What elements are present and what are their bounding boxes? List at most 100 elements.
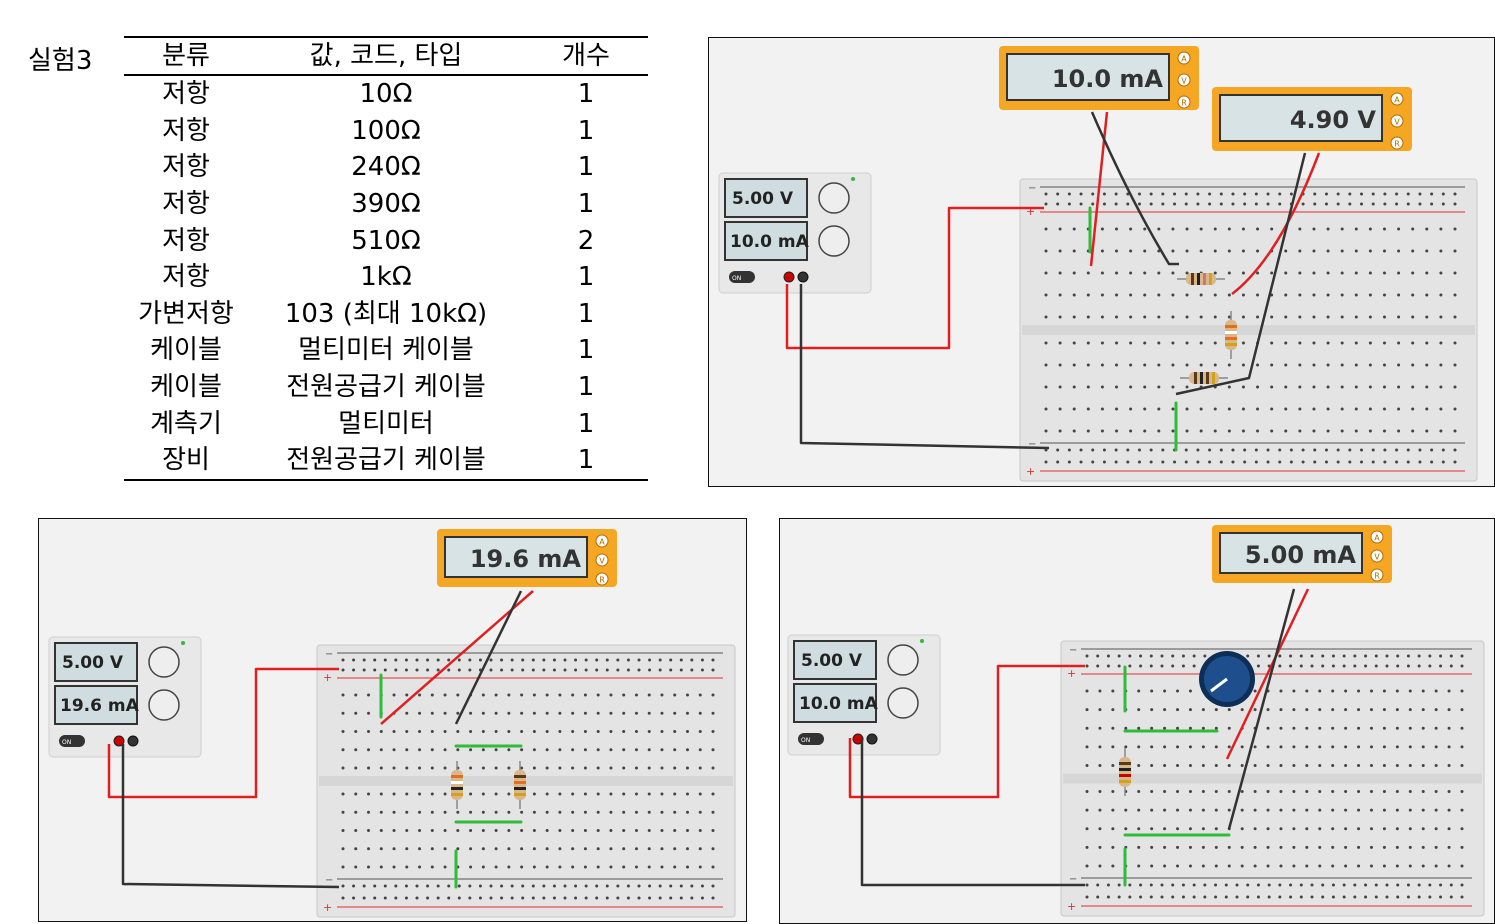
- terminal-hole: [660, 766, 664, 770]
- voltage-knob[interactable]: [148, 646, 180, 678]
- terminal-hole: [1100, 407, 1104, 411]
- resistor-band: [1119, 762, 1131, 765]
- terminal-hole: [1318, 808, 1322, 812]
- terminal-hole: [1150, 827, 1154, 831]
- power-supply[interactable]: 5.00 V 19.6 mA ON: [48, 636, 202, 758]
- terminal-hole: [1129, 271, 1133, 275]
- positive-terminal[interactable]: [783, 271, 795, 283]
- current-knob[interactable]: [887, 687, 919, 719]
- terminal-hole: [698, 711, 702, 715]
- rail-hole: [1196, 192, 1200, 196]
- rail-hole: [1430, 192, 1434, 196]
- rail-hole: [500, 896, 504, 900]
- terminal-hole: [1150, 790, 1154, 793]
- black-supply-wire[interactable]: [121, 744, 340, 889]
- terminal-hole: [1150, 689, 1154, 693]
- terminal-hole: [418, 865, 422, 869]
- rail-plus-sign: +: [1067, 900, 1076, 913]
- rail-hole: [1137, 192, 1141, 196]
- terminal-hole: [1256, 249, 1260, 253]
- rail-hole: [1374, 664, 1378, 668]
- rail-hole: [468, 884, 472, 888]
- terminal-hole: [1072, 407, 1076, 411]
- mode-label: A: [1374, 534, 1380, 543]
- rail-hole: [1324, 460, 1328, 464]
- rail-hole: [1067, 460, 1071, 464]
- terminal-hole: [1150, 764, 1154, 767]
- terminal-hole: [1085, 764, 1089, 767]
- terminal-hole: [418, 810, 422, 814]
- terminal-hole: [1439, 315, 1443, 319]
- terminal-hole: [1072, 363, 1076, 367]
- black-supply-wire[interactable]: [860, 738, 1085, 887]
- terminal-hole: [571, 711, 575, 715]
- multimeter[interactable]: 10.0 mA A V R: [999, 46, 1199, 110]
- terminal-hole: [1284, 407, 1288, 411]
- terminal-hole: [1305, 764, 1309, 767]
- multimeter[interactable]: 5.00 mA A V R: [1212, 525, 1392, 583]
- negative-terminal[interactable]: [127, 735, 139, 747]
- rail-hole: [1278, 460, 1282, 464]
- rail-hole: [521, 658, 525, 662]
- multimeter[interactable]: 4.90 V A V R: [1212, 87, 1412, 151]
- terminal-hole: [520, 810, 524, 814]
- rail-hole: [1085, 654, 1089, 658]
- terminal-hole: [1357, 845, 1361, 849]
- voltage-knob[interactable]: [818, 182, 850, 214]
- current-knob[interactable]: [818, 225, 850, 257]
- rail-hole: [1085, 895, 1089, 899]
- resistor-band: [1119, 774, 1131, 777]
- rail-hole: [1196, 448, 1200, 452]
- terminal-hole: [1279, 827, 1283, 831]
- terminal-hole: [1395, 689, 1399, 693]
- terminal-hole: [1241, 271, 1245, 275]
- terminal-hole: [1354, 385, 1358, 389]
- rail-hole: [1428, 895, 1432, 899]
- rail-hole: [1360, 192, 1364, 196]
- power-supply[interactable]: 5.00 V 10.0 mA ON: [787, 634, 941, 756]
- terminal-hole: [469, 766, 473, 770]
- terminal-hole: [1331, 827, 1335, 831]
- negative-terminal[interactable]: [797, 271, 809, 283]
- voltage-knob[interactable]: [887, 644, 919, 676]
- terminal-hole: [1369, 827, 1373, 831]
- black-supply-wire[interactable]: [799, 284, 1050, 450]
- rail-hole: [1091, 448, 1095, 452]
- rail-hole: [531, 884, 535, 888]
- rail-hole: [1278, 192, 1282, 196]
- rail-hole: [1449, 654, 1453, 658]
- rail-hole: [1353, 654, 1357, 658]
- rail-hole: [426, 668, 430, 672]
- resistor-band: [1119, 780, 1131, 783]
- rail-hole: [1056, 448, 1060, 452]
- power-supply[interactable]: 5.00 V 10.0 mA ON: [718, 172, 872, 294]
- terminal-hole: [685, 766, 689, 770]
- rail-hole: [478, 658, 482, 662]
- current-knob[interactable]: [148, 689, 180, 721]
- terminal-hole: [1214, 745, 1218, 749]
- terminal-hole: [1185, 227, 1189, 231]
- terminal-hole: [1072, 315, 1076, 319]
- rail-hole: [669, 668, 673, 672]
- terminal-hole: [1382, 726, 1386, 730]
- multimeter[interactable]: 19.6 mA A V R: [437, 529, 617, 587]
- rail-hole: [1091, 192, 1095, 196]
- rail-hole: [1254, 202, 1258, 206]
- terminal-hole: [1137, 808, 1141, 812]
- terminal-hole: [354, 829, 358, 832]
- rail-hole: [637, 668, 641, 672]
- power-switch-label: ON: [732, 275, 741, 282]
- potentiometer[interactable]: [1199, 651, 1255, 707]
- rail-hole: [1395, 448, 1399, 452]
- terminal-hole: [1284, 363, 1288, 367]
- negative-terminal[interactable]: [866, 733, 878, 745]
- terminal-hole: [1318, 708, 1322, 712]
- rail-hole: [542, 668, 546, 672]
- terminal-hole: [1256, 293, 1260, 297]
- terminal-hole: [711, 829, 715, 832]
- rail-hole: [457, 668, 461, 672]
- rail-hole: [669, 884, 673, 888]
- rail-hole: [404, 884, 408, 888]
- terminal-hole: [1163, 790, 1167, 793]
- rail-hole: [1395, 460, 1399, 464]
